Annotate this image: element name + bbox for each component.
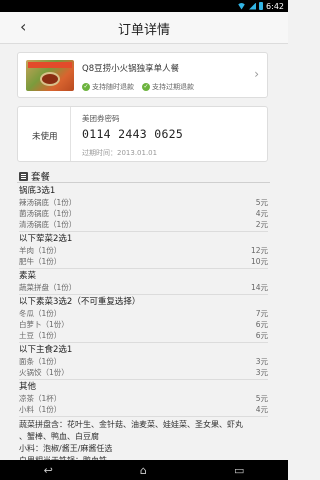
- menu-item-price: 12元: [250, 246, 268, 255]
- divider: [19, 416, 268, 417]
- divider: [19, 342, 268, 343]
- back-nav-icon[interactable]: ↩: [44, 464, 53, 477]
- page-title: 订单详情: [117, 23, 170, 38]
- menu-item-name: 菌汤锅底（1份）: [19, 209, 77, 218]
- menu-item-price: 3元: [255, 368, 268, 377]
- list-icon: [19, 171, 28, 181]
- signal-icon: [249, 2, 257, 10]
- battery-icon: [259, 2, 264, 10]
- note-line: 小料：泡椒/酱王/麻酱任选: [19, 444, 113, 453]
- tag-label: 支持过期退款: [152, 83, 194, 91]
- recent-apps-icon[interactable]: ▭: [234, 464, 244, 477]
- menu-item-price: 4元: [255, 405, 268, 414]
- menu-item-name: 清汤锅底（1份）: [19, 220, 77, 229]
- deal-tags: ✓ 支持随时退款 ✓ 支持过期退款: [82, 82, 194, 92]
- menu-item-price: 10元: [250, 257, 268, 266]
- divider: [70, 107, 71, 161]
- menu-group-title: 其他: [19, 381, 268, 393]
- deal-thumbnail: [26, 60, 74, 91]
- tag-refund-anytime: ✓ 支持随时退款: [82, 82, 134, 92]
- menu-item-name: 土豆（1份）: [19, 331, 62, 340]
- menu-item: 凉茶（1杯） 5元: [19, 393, 268, 404]
- status-bar: 6:42: [0, 0, 288, 12]
- coupon-status: 未使用: [32, 132, 58, 142]
- check-icon: ✓: [82, 83, 90, 91]
- menu-item-name: 小料（1份）: [19, 405, 62, 414]
- menu-item-price: 14元: [250, 283, 268, 292]
- menu-item-name: 羊肉（1份）: [19, 246, 62, 255]
- chevron-right-icon: ›: [254, 67, 259, 81]
- wifi-icon: [237, 2, 247, 10]
- divider: [17, 182, 270, 183]
- menu-group-title: 以下荤菜2选1: [19, 233, 268, 245]
- menu-item: 肥牛（1份） 10元: [19, 256, 268, 267]
- menu-item-price: 6元: [255, 320, 268, 329]
- header-bar: ‹ 订单详情: [0, 12, 288, 44]
- menu-item-price: 3元: [255, 357, 268, 366]
- coupon-label: 美团券密码: [82, 114, 120, 123]
- group-title-label: 其他: [19, 382, 37, 392]
- menu-group-title: 锅底3选1: [19, 185, 268, 197]
- menu-item: 菌汤锅底（1份） 4元: [19, 208, 268, 219]
- menu-item: 白萝卜（1份） 6元: [19, 319, 268, 330]
- menu-item-price: 7元: [255, 309, 268, 318]
- group-title-label: 以下主食2选1: [19, 345, 73, 355]
- menu-item-price: 6元: [255, 331, 268, 340]
- menu-item-name: 火锅饺（1份）: [19, 368, 69, 377]
- menu-item-name: 冬瓜（1份）: [19, 309, 62, 318]
- menu-item: 小料（1份） 4元: [19, 404, 268, 415]
- menu-item-name: 辣汤锅底（1份）: [19, 198, 77, 207]
- group-title-label: 以下荤菜2选1: [19, 234, 73, 244]
- deal-title: Q8豆捞小火锅独享单人餐: [82, 64, 180, 74]
- divider: [19, 231, 268, 232]
- menu-item: 火锅饺（1份） 3元: [19, 367, 268, 378]
- note-line: 、蟹棒、鸭血、白豆腐: [19, 432, 99, 441]
- coupon-card: 未使用 美团券密码 0114 2443 0625 过期时间：2013.01.01: [17, 106, 268, 162]
- check-icon: ✓: [142, 83, 150, 91]
- tag-refund-expired: ✓ 支持过期退款: [142, 82, 194, 92]
- android-nav-bar: ↩ ⌂ ▭: [0, 460, 288, 480]
- menu-item: 面条（1份） 3元: [19, 356, 268, 367]
- tag-label: 支持随时退款: [92, 83, 134, 91]
- menu-group-title: 素菜: [19, 270, 268, 282]
- menu-item-price: 2元: [255, 220, 268, 229]
- menu-item-price: 5元: [255, 394, 268, 403]
- menu-item-name: 面条（1份）: [19, 357, 62, 366]
- menu-item-name: 凉茶（1杯）: [19, 394, 62, 403]
- divider: [19, 294, 268, 295]
- divider: [19, 379, 268, 380]
- menu-item-name: 蔬菜拼盘（1份）: [19, 283, 77, 292]
- menu-item-price: 4元: [255, 209, 268, 218]
- package-heading: 套餐: [19, 169, 50, 183]
- coupon-code: 0114 2443 0625: [82, 127, 184, 141]
- group-title-label: 锅底3选1: [19, 186, 56, 196]
- note-line: 蔬菜拼盘含：花叶生、金针菇、油麦菜、娃娃菜、圣女果、虾丸: [19, 420, 243, 429]
- menu-item: 辣汤锅底（1份） 5元: [19, 197, 268, 208]
- divider: [19, 268, 268, 269]
- menu-item: 蔬菜拼盘（1份） 14元: [19, 282, 268, 293]
- home-nav-icon[interactable]: ⌂: [140, 464, 147, 477]
- menu-item: 冬瓜（1份） 7元: [19, 308, 268, 319]
- group-title-label: 以下素菜3选2（不可重复选择）: [19, 297, 141, 307]
- status-time: 6:42: [266, 1, 284, 11]
- menu-item-name: 白萝卜（1份）: [19, 320, 69, 329]
- coupon-expiry: 过期时间：2013.01.01: [82, 149, 158, 157]
- menu-group-title: 以下素菜3选2（不可重复选择）: [19, 296, 268, 308]
- menu-item-price: 5元: [255, 198, 268, 207]
- package-heading-label: 套餐: [31, 172, 51, 183]
- deal-card[interactable]: Q8豆捞小火锅独享单人餐 ✓ 支持随时退款 ✓ 支持过期退款 ›: [17, 52, 268, 98]
- menu-item: 羊肉（1份） 12元: [19, 245, 268, 256]
- menu-group-title: 以下主食2选1: [19, 344, 268, 356]
- menu-item: 清汤锅底（1份） 2元: [19, 219, 268, 230]
- group-title-label: 素菜: [19, 271, 37, 281]
- menu-item: 土豆（1份） 6元: [19, 330, 268, 341]
- menu-item-name: 肥牛（1份）: [19, 257, 62, 266]
- package-menu: 锅底3选1 辣汤锅底（1份） 5元 菌汤锅底（1份） 4元 清汤锅底（1份） 2元 以下荤菜2…: [19, 185, 268, 467]
